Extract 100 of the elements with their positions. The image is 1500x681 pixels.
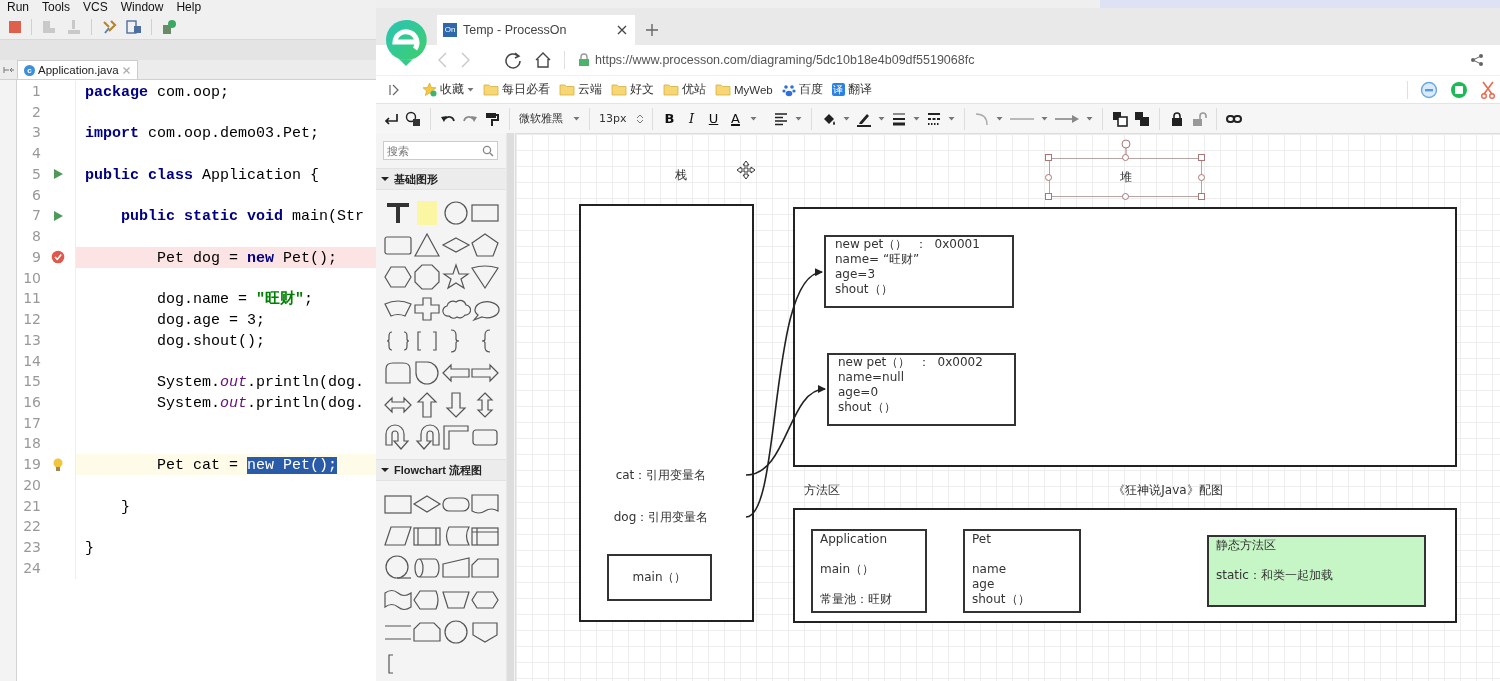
- menu-item[interactable]: Tools: [42, 0, 71, 15]
- object-box[interactable]: new pet（） ： 0x0001 name= “旺财” age=3 shout（）: [824, 235, 1014, 308]
- close-icon[interactable]: [617, 25, 627, 35]
- bookmark-item[interactable]: 译 翻译: [831, 82, 872, 97]
- unlock-icon[interactable]: [1190, 110, 1207, 127]
- caret-icon[interactable]: [573, 116, 580, 121]
- funnel-icon[interactable]: [469, 263, 500, 291]
- bookmark-item[interactable]: 好文: [611, 82, 654, 97]
- caret-icon[interactable]: [794, 116, 802, 121]
- line-number: 20: [22, 475, 41, 495]
- caret-icon[interactable]: [1085, 116, 1093, 121]
- caret-icon[interactable]: [947, 116, 955, 121]
- code-line: import com.oop.demo03.Pet;: [85, 125, 320, 143]
- box-text: shout（）: [972, 592, 1031, 607]
- menu-item[interactable]: Run: [7, 0, 29, 15]
- minus-circle-icon[interactable]: [1420, 80, 1438, 99]
- bold-button[interactable]: B: [661, 111, 678, 126]
- resize-handle[interactable]: [1121, 193, 1129, 200]
- collapse-icon[interactable]: [2, 65, 15, 74]
- bring-to-front-icon[interactable]: [1111, 110, 1128, 127]
- connector-style-icon[interactable]: [973, 110, 990, 127]
- object-box[interactable]: main（）: [607, 554, 712, 601]
- pentagon-icon[interactable]: [469, 231, 500, 259]
- lightbulb-icon[interactable]: [53, 457, 63, 472]
- class-box[interactable]: 静态方法区 static：和类一起加载: [1207, 535, 1426, 607]
- scissors-icon[interactable]: [1480, 80, 1496, 99]
- send-to-back-icon[interactable]: [1133, 110, 1150, 127]
- line-width-icon[interactable]: [890, 110, 907, 127]
- address-field[interactable]: https://www.processon.com/diagraming/5dc10b18e4b09df5519068fc: [595, 53, 1458, 67]
- caret-icon[interactable]: [842, 116, 850, 121]
- caret-icon[interactable]: [995, 116, 1003, 121]
- caret-icon[interactable]: [467, 87, 474, 92]
- diagram-label[interactable]: dog：引用变量名: [594, 507, 728, 527]
- reload-icon[interactable]: [504, 51, 522, 69]
- diagram-label[interactable]: cat：引用变量名: [594, 465, 728, 485]
- star-icon[interactable]: [440, 263, 471, 291]
- align-left-icon[interactable]: [772, 110, 789, 127]
- search-icon[interactable]: [482, 145, 494, 157]
- structure-icon[interactable]: [126, 19, 142, 35]
- bookmark-item[interactable]: 百度: [781, 82, 823, 97]
- menu-item[interactable]: VCS: [83, 0, 108, 15]
- rounded-top-icon[interactable]: [382, 359, 413, 387]
- menu-item[interactable]: Window: [120, 0, 164, 15]
- octagon-icon[interactable]: [411, 263, 442, 291]
- bookmark-item[interactable]: MyWeb: [715, 83, 773, 96]
- caret-icon[interactable]: [1040, 116, 1048, 121]
- hexagon-icon[interactable]: [382, 263, 413, 291]
- region-box[interactable]: [579, 204, 754, 622]
- resize-handle[interactable]: [1198, 173, 1205, 181]
- resize-handle[interactable]: [1121, 154, 1129, 161]
- section-header[interactable]: 基础图形: [376, 168, 506, 190]
- browser-tab[interactable]: On Temp - ProcessOn: [437, 15, 635, 45]
- caret-icon[interactable]: [877, 116, 885, 121]
- class-box[interactable]: Application main（） 常量池：旺财: [811, 529, 927, 613]
- editor-tab[interactable]: c Application.java: [17, 60, 138, 79]
- bookmark-item[interactable]: 云端: [559, 82, 602, 97]
- browser-logo-icon[interactable]: [384, 18, 428, 68]
- resize-handle[interactable]: [1045, 193, 1052, 200]
- bookmark-item[interactable]: 收藏: [422, 82, 474, 97]
- font-dropdown[interactable]: 微软雅黑: [519, 111, 580, 126]
- wrench-icon[interactable]: [101, 19, 117, 35]
- diagram-label[interactable]: 栈: [646, 165, 716, 185]
- bookmark-item[interactable]: 优站: [663, 82, 706, 97]
- class-box[interactable]: Pet name age shout（）: [963, 529, 1081, 613]
- resize-handle[interactable]: [1045, 173, 1052, 181]
- resize-handle[interactable]: [1198, 193, 1205, 200]
- resize-handle[interactable]: [1045, 154, 1052, 161]
- arrow-connector[interactable]: [745, 386, 826, 476]
- caret-icon[interactable]: [912, 116, 920, 121]
- menu-item[interactable]: Help: [176, 0, 202, 15]
- stop-icon[interactable]: [8, 20, 22, 34]
- search-field[interactable]: 搜索: [383, 141, 498, 160]
- object-box[interactable]: new pet（） ： 0x0002 name=null age=0 shout（）: [827, 353, 1016, 426]
- triangle-icon[interactable]: [411, 231, 442, 259]
- build-icon[interactable]: [161, 19, 177, 35]
- caret-icon[interactable]: [749, 116, 757, 121]
- section-header[interactable]: Flowchart 流程图: [376, 459, 506, 481]
- diagram-label[interactable]: 方法区: [790, 480, 854, 500]
- line-number: 15: [22, 372, 41, 392]
- line-number: 21: [22, 496, 41, 516]
- sequential-data-icon[interactable]: [382, 554, 413, 582]
- bookmark-item[interactable]: 每日必看: [483, 82, 550, 97]
- dash-style-icon[interactable]: [925, 110, 942, 127]
- square-circle-icon[interactable]: [1450, 80, 1468, 99]
- font-color-button[interactable]: A: [727, 111, 744, 126]
- underline-button[interactable]: U: [705, 111, 722, 126]
- home-icon[interactable]: [534, 51, 552, 69]
- style-icon[interactable]: [405, 110, 421, 127]
- resize-handle[interactable]: [1198, 154, 1205, 161]
- diagram-label[interactable]: 《狂神说Java》配图: [1104, 480, 1232, 500]
- paw-icon: [781, 82, 796, 97]
- spinner-icon[interactable]: [636, 113, 643, 124]
- italic-button[interactable]: I: [683, 111, 700, 126]
- font-size-field[interactable]: 13px: [599, 112, 643, 125]
- format-painter-icon[interactable]: [484, 110, 500, 127]
- sidebar-toggle-icon[interactable]: [388, 82, 400, 97]
- code-line: }: [120, 498, 130, 516]
- new-tab-icon[interactable]: [645, 22, 659, 37]
- scrollbar[interactable]: [506, 133, 514, 681]
- share-icon[interactable]: [1470, 53, 1484, 67]
